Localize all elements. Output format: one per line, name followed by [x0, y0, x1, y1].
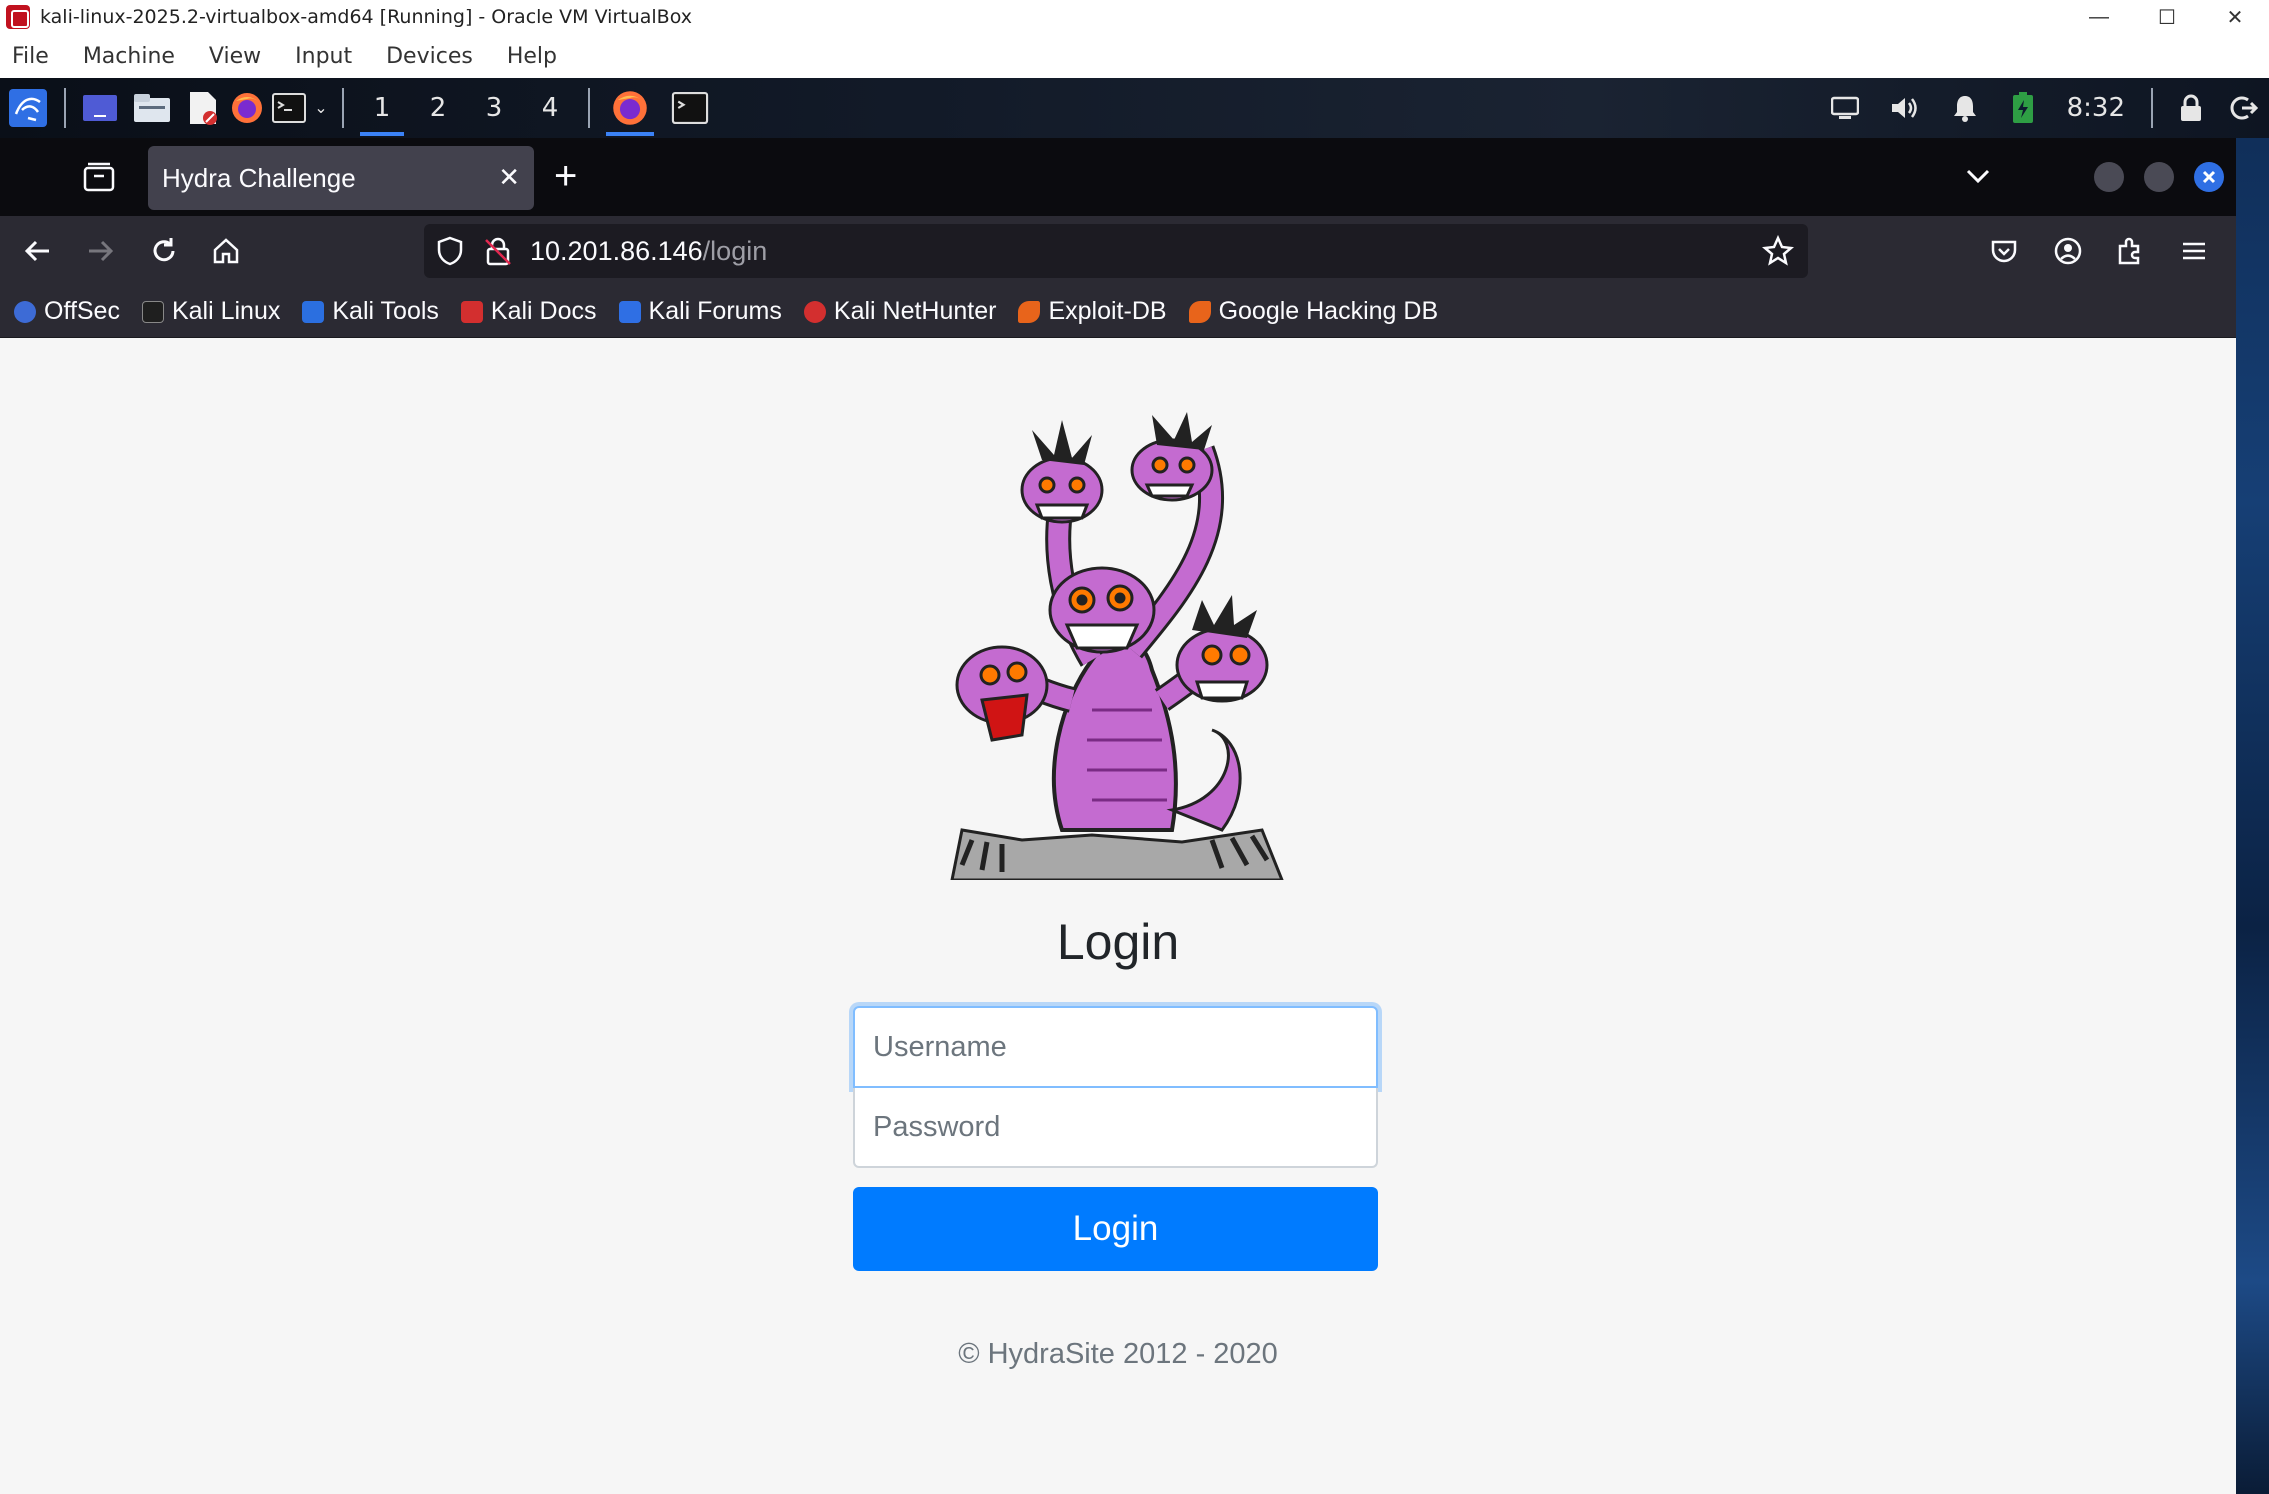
display-icon[interactable] [1815, 78, 1875, 138]
volume-icon[interactable] [1875, 78, 1935, 138]
kali-panel: ⌄ 1 2 3 4 8:32 [0, 78, 2269, 138]
close-window-button[interactable]: ✕ [2201, 0, 2269, 34]
bookmark-label: Kali Tools [332, 297, 439, 325]
back-icon[interactable] [20, 233, 56, 269]
panel-clock[interactable]: 8:32 [2067, 93, 2125, 123]
terminal-task-icon[interactable] [660, 78, 720, 138]
show-desktop-icon[interactable] [76, 78, 124, 138]
bookmark-kali-docs[interactable]: Kali Docs [460, 297, 597, 326]
insecure-lock-icon[interactable] [484, 236, 512, 271]
bookmark-star-icon[interactable] [1762, 234, 1794, 272]
kali-menu-icon[interactable] [2, 78, 54, 138]
web-page: Login Login © HydraSite 2012 - 2020 [0, 338, 2236, 1494]
tab-title: Hydra Challenge [162, 162, 356, 193]
bookmark-label: Exploit-DB [1048, 297, 1167, 325]
tab-bar: Hydra Challenge ✕ + [0, 138, 2236, 216]
bookmark-kali-tools[interactable]: Kali Tools [302, 297, 439, 326]
url-host: 10.201.86.146 [530, 235, 703, 266]
bookmark-exploit-db[interactable]: Exploit-DB [1018, 297, 1167, 326]
page-title: Login [1056, 914, 1180, 970]
pocket-icon[interactable] [1986, 233, 2022, 269]
lock-screen-icon[interactable] [2163, 78, 2219, 138]
vbox-menu-bar: File Machine View Input Devices Help [0, 34, 2269, 78]
battery-icon[interactable] [1995, 78, 2051, 138]
bookmark-kali-linux[interactable]: Kali Linux [141, 297, 281, 326]
notifications-bell-icon[interactable] [1935, 78, 1995, 138]
menu-machine[interactable]: Machine [83, 44, 175, 69]
offsec-icon [14, 300, 36, 323]
close-icon[interactable] [2194, 162, 2224, 192]
new-tab-button[interactable]: + [554, 152, 577, 200]
window-title: kali-linux-2025.2-virtualbox-amd64 [Runn… [40, 6, 692, 28]
login-button[interactable]: Login [853, 1187, 1378, 1271]
kali-nethunter-icon [803, 300, 826, 323]
hydra-logo-image [950, 412, 1284, 880]
firefox-window: Hydra Challenge ✕ + 10.201.86.146 /login… [0, 138, 2236, 1494]
hamburger-menu-icon[interactable] [2176, 233, 2212, 269]
bookmark-label: Kali Linux [171, 297, 281, 325]
exploit-db-icon [1018, 300, 1041, 323]
virtualbox-icon [6, 5, 30, 29]
home-icon[interactable] [208, 233, 244, 269]
maximize-icon[interactable] [2144, 162, 2174, 192]
workspace-4[interactable]: 4 [522, 78, 578, 138]
maximize-button[interactable]: ☐ [2133, 0, 2201, 34]
tab-hydra-challenge[interactable]: Hydra Challenge ✕ [148, 146, 534, 210]
bookmark-kali-forums[interactable]: Kali Forums [618, 297, 782, 326]
ghdb-icon [1188, 300, 1211, 323]
page-footer: © HydraSite 2012 - 2020 [958, 1338, 1278, 1370]
username-input[interactable] [853, 1006, 1378, 1088]
url-path: /login [702, 235, 768, 266]
firefox-task-icon[interactable] [600, 78, 660, 138]
logout-icon[interactable] [2219, 78, 2269, 138]
password-input[interactable] [853, 1088, 1378, 1168]
forward-icon[interactable] [82, 233, 118, 269]
firefox-view-icon[interactable] [82, 160, 116, 199]
reload-icon[interactable] [146, 233, 182, 269]
bookmark-label: Kali NetHunter [833, 297, 997, 325]
menu-file[interactable]: File [12, 44, 49, 69]
menu-input[interactable]: Input [295, 44, 352, 69]
minimize-button[interactable]: — [2065, 0, 2133, 34]
bookmark-label: Kali Docs [490, 297, 597, 325]
guest-display: ⌄ 1 2 3 4 8:32 Hydra Challenge ✕ + 10.20… [0, 78, 2269, 1494]
extensions-puzzle-icon[interactable] [2112, 233, 2148, 269]
menu-devices[interactable]: Devices [386, 44, 473, 69]
text-editor-icon[interactable] [180, 78, 226, 138]
desktop-wallpaper [2235, 78, 2269, 1494]
url-bar[interactable]: 10.201.86.146/login [424, 224, 1808, 278]
bookmarks-toolbar: OffSec Kali Linux Kali Tools Kali Docs K… [0, 286, 2236, 338]
workspace-2[interactable]: 2 [410, 78, 466, 138]
bookmark-label: Kali Forums [648, 297, 782, 325]
navigation-toolbar: 10.201.86.146/login [0, 216, 2236, 286]
workspace-3[interactable]: 3 [466, 78, 522, 138]
file-manager-icon[interactable] [124, 78, 180, 138]
bookmark-label: Google Hacking DB [1218, 297, 1439, 325]
bookmark-offsec[interactable]: OffSec [14, 297, 120, 326]
menu-view[interactable]: View [209, 44, 261, 69]
account-icon[interactable] [2050, 233, 2086, 269]
chevron-down-icon[interactable]: ⌄ [310, 78, 332, 138]
workspace-1[interactable]: 1 [354, 78, 410, 138]
list-all-tabs-icon[interactable] [1962, 160, 1994, 197]
kali-tools-icon [302, 300, 325, 323]
bookmark-google-hacking-db[interactable]: Google Hacking DB [1188, 297, 1439, 326]
kali-docs-icon [460, 300, 483, 323]
minimize-icon[interactable] [2094, 162, 2124, 192]
menu-help[interactable]: Help [507, 44, 557, 69]
bookmark-kali-nethunter[interactable]: Kali NetHunter [803, 297, 997, 326]
host-title-bar: kali-linux-2025.2-virtualbox-amd64 [Runn… [0, 0, 2269, 34]
terminal-launcher-icon[interactable] [268, 78, 310, 138]
kali-linux-icon [141, 300, 164, 323]
kali-forums-icon [618, 300, 641, 323]
tracking-protection-shield-icon[interactable] [436, 236, 464, 271]
tab-close-icon[interactable]: ✕ [498, 164, 520, 190]
bookmark-label: OffSec [44, 297, 120, 325]
firefox-launcher-icon[interactable] [226, 78, 268, 138]
